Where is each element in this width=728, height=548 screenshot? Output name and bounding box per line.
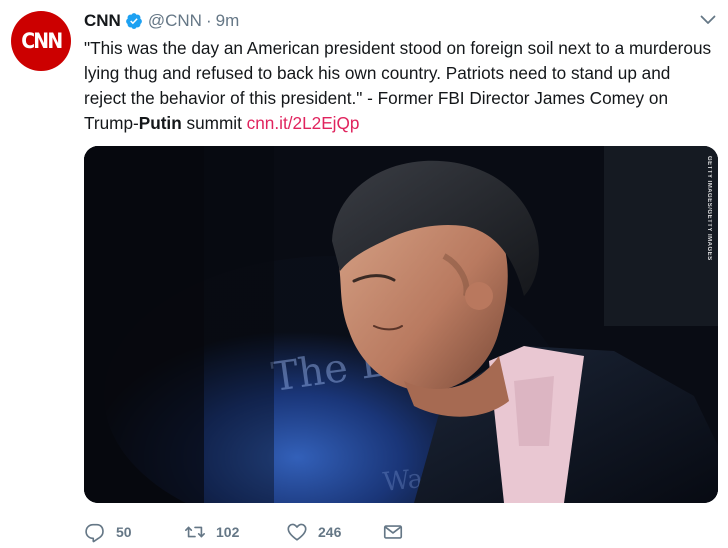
cnn-logo: CNN (20, 29, 63, 53)
photo-comey: The Econo Washington (84, 146, 718, 503)
reply-icon (85, 523, 104, 543)
tweet-card: CNN CNN @CNN · 9m "This was the day an A… (0, 0, 728, 548)
tweet-text-hashtag-bold: Putin (138, 113, 182, 133)
direct-message-button[interactable] (382, 521, 414, 543)
tweet-photo[interactable]: The Econo Washington GETTY IMAGES/GETTY … (84, 146, 718, 503)
tweet-header: CNN @CNN · 9m (84, 9, 239, 33)
tweet-link[interactable]: cnn.it/2L2EjQp (247, 113, 360, 133)
tweet-actions: 50 102 246 (84, 520, 414, 544)
heart-icon (287, 523, 307, 541)
verified-badge-icon (125, 13, 142, 29)
account-name[interactable]: CNN (84, 11, 121, 31)
retweet-count: 102 (216, 524, 240, 540)
reply-button[interactable]: 50 (84, 521, 184, 543)
retweet-icon (185, 526, 205, 538)
retweet-button[interactable]: 102 (184, 521, 286, 543)
tweet-text-after: summit (181, 113, 247, 133)
tweet-timestamp[interactable]: 9m (216, 11, 240, 31)
avatar[interactable]: CNN (11, 11, 71, 71)
account-handle[interactable]: @CNN (148, 11, 202, 31)
tweet-text: "This was the day an American president … (84, 36, 716, 136)
chevron-down-icon[interactable] (700, 14, 716, 26)
separator-dot: · (205, 11, 212, 30)
photo-watermark: GETTY IMAGES/GETTY IMAGES (706, 156, 712, 261)
reply-count: 50 (116, 524, 132, 540)
like-button[interactable]: 246 (286, 521, 382, 543)
like-count: 246 (318, 524, 342, 540)
envelope-icon (383, 525, 403, 539)
